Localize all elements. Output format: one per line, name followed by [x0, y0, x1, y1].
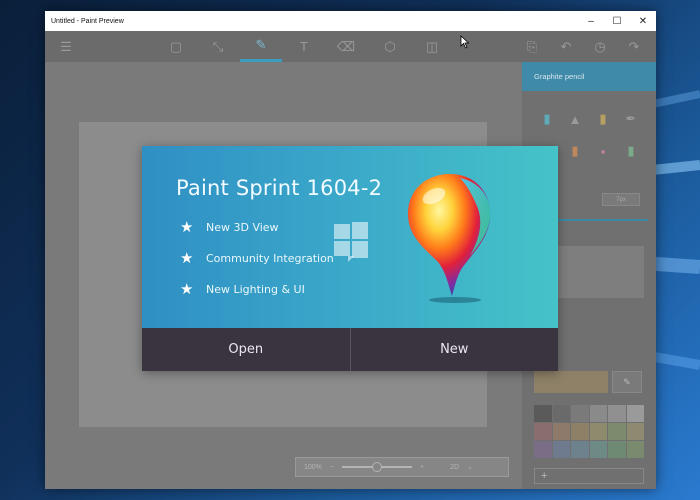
- star-icon: ★: [180, 218, 194, 236]
- palette-color[interactable]: [534, 423, 552, 440]
- current-color-swatch[interactable]: [534, 371, 608, 393]
- window-title: Untitled - Paint Preview: [51, 17, 124, 25]
- color-palette: [534, 405, 644, 458]
- new-button[interactable]: New: [349, 328, 559, 371]
- history-icon[interactable]: ◷: [583, 31, 617, 62]
- redo-icon[interactable]: ↷: [617, 31, 651, 62]
- feature-item: ★ New Lighting & UI: [180, 280, 305, 298]
- spray-brush-icon[interactable]: ▮: [618, 137, 644, 165]
- calligraphy-brush-icon[interactable]: ✒: [618, 105, 644, 133]
- palette-color[interactable]: [626, 441, 644, 458]
- 3d-icon[interactable]: ⬡: [369, 31, 411, 62]
- palette-color[interactable]: [534, 441, 552, 458]
- palette-color[interactable]: [626, 405, 644, 422]
- sticker-icon[interactable]: ⌫: [325, 31, 367, 62]
- feature-item: ★ Community Integration: [180, 249, 334, 267]
- view-mode[interactable]: 2D: [450, 464, 459, 471]
- zoom-out-button[interactable]: −: [330, 464, 334, 471]
- close-button[interactable]: ✕: [630, 11, 656, 31]
- star-icon: ★: [180, 249, 194, 267]
- canvas-icon[interactable]: ◫: [411, 31, 453, 62]
- zoom-in-button[interactable]: +: [420, 464, 424, 471]
- palette-color[interactable]: [571, 441, 589, 458]
- paste-icon[interactable]: ⎘: [515, 31, 549, 62]
- star-icon: ★: [180, 280, 194, 298]
- splash-button-bar: Open New: [142, 328, 558, 371]
- splash-dialog: Paint Sprint 1604-2 ★ New 3D View ★ Comm…: [142, 146, 558, 371]
- palette-color[interactable]: [571, 423, 589, 440]
- open-button[interactable]: Open: [142, 328, 350, 371]
- windows-insider-icon: [334, 222, 368, 262]
- zoom-slider[interactable]: [342, 462, 412, 472]
- palette-color[interactable]: [608, 405, 626, 422]
- chevron-down-icon[interactable]: ⌄: [467, 463, 473, 471]
- palette-color[interactable]: [552, 405, 570, 422]
- feature-label: New Lighting & UI: [206, 282, 305, 296]
- palette-color[interactable]: [626, 423, 644, 440]
- select-icon[interactable]: ▢: [155, 31, 197, 62]
- oil-brush-icon[interactable]: ▮: [590, 105, 616, 133]
- mouse-cursor-icon: [460, 35, 470, 49]
- eyedropper-icon[interactable]: ✎: [612, 371, 642, 393]
- palette-color[interactable]: [608, 423, 626, 440]
- minimize-button[interactable]: –: [578, 11, 604, 31]
- palette-color[interactable]: [608, 441, 626, 458]
- brush-icon[interactable]: ✎: [240, 31, 282, 62]
- pixel-brush-icon[interactable]: ▪: [590, 137, 616, 165]
- crop-icon[interactable]: ⤡: [197, 31, 239, 62]
- palette-color[interactable]: [589, 423, 607, 440]
- splash-banner: Paint Sprint 1604-2 ★ New 3D View ★ Comm…: [142, 146, 558, 328]
- title-bar[interactable]: Untitled - Paint Preview – ☐ ✕: [45, 11, 656, 31]
- palette-color[interactable]: [589, 405, 607, 422]
- panel-header: Graphite pencil: [522, 62, 656, 91]
- palette-color[interactable]: [589, 441, 607, 458]
- toolbar: ☰ ▢ ⤡ ✎ T ⌫ ⬡ ◫ ⎘ ↶ ◷ ↷: [45, 31, 656, 62]
- pen-brush-icon[interactable]: ▲: [562, 105, 588, 133]
- maximize-button[interactable]: ☐: [604, 11, 630, 31]
- palette-color[interactable]: [552, 441, 570, 458]
- feature-label: New 3D View: [206, 220, 279, 234]
- zoom-slider-knob[interactable]: [372, 462, 382, 472]
- feature-label: Community Integration: [206, 251, 334, 265]
- palette-color[interactable]: [534, 405, 552, 422]
- palette-color[interactable]: [571, 405, 589, 422]
- zoom-bar: 100% − + 2D ⌄: [295, 457, 509, 477]
- zoom-value: 100%: [304, 463, 322, 471]
- add-color-button[interactable]: +: [534, 468, 644, 484]
- paint-logo-icon: [408, 174, 491, 303]
- size-input[interactable]: 7px: [602, 193, 640, 206]
- undo-icon[interactable]: ↶: [549, 31, 583, 62]
- palette-color[interactable]: [552, 423, 570, 440]
- text-icon[interactable]: T: [283, 31, 325, 62]
- menu-icon[interactable]: ☰: [45, 31, 87, 62]
- crayon-brush-icon[interactable]: ▮: [562, 137, 588, 165]
- feature-item: ★ New 3D View: [180, 218, 279, 236]
- marker-brush-icon[interactable]: ▮: [534, 105, 560, 133]
- splash-title: Paint Sprint 1604-2: [176, 176, 383, 200]
